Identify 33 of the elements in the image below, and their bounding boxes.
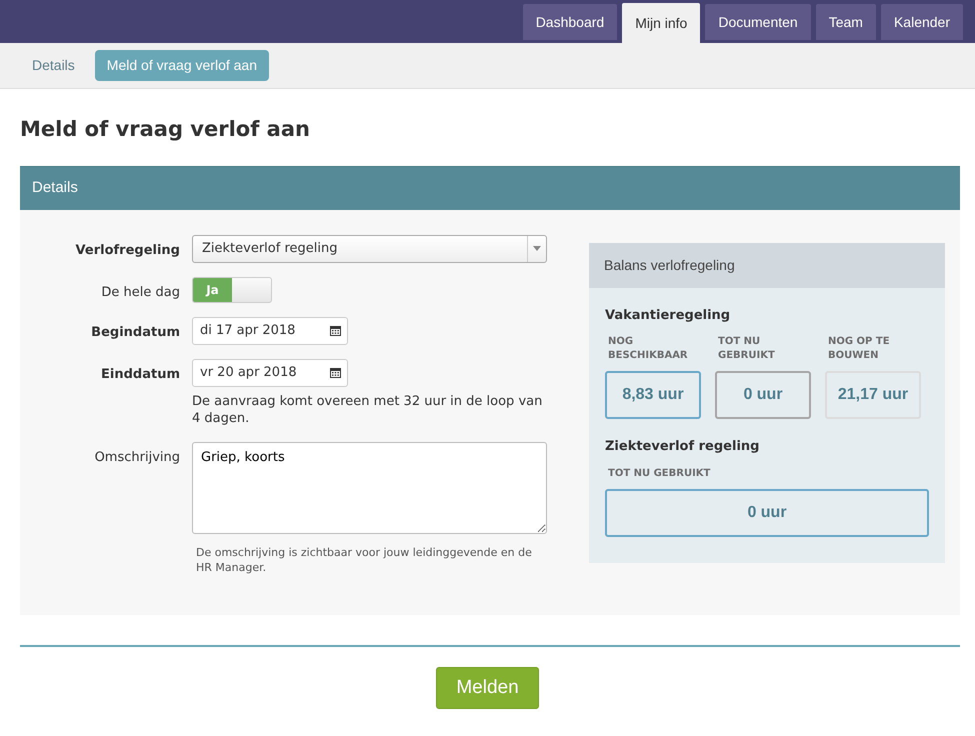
nav-tab[interactable]: Dashboard [522,4,618,40]
date-field[interactable]: vr 20 apr 2018 [192,358,348,387]
calendar-icon[interactable] [330,366,341,378]
nav-tab[interactable]: Documenten [705,4,811,40]
description-field[interactable]: Griep, koorts [192,442,547,534]
subnav-tab[interactable]: Details [20,50,87,81]
calendar-icon[interactable] [330,324,341,336]
stat-label: TOT NU GEBRUIKT [607,466,712,480]
nav-tab[interactable]: Mijn info [622,3,700,43]
field-label: Omschrijving [94,448,180,467]
stat-value: 21,17 uur [825,371,921,420]
balance-header: Balans verlofregeling [589,242,945,288]
help-text: De omschrijving is zichtbaar voor jouw leidinggevende en de HR Manager. [195,546,533,576]
nav-tab[interactable]: Team [816,4,876,40]
field-label: Begindatum [90,324,180,342]
help-text: De aanvraag komt overeen met 32 uur in de loop van 4 dagen. [192,392,544,428]
field-label: Verlofregeling [74,242,180,260]
nav-tab[interactable]: Kalender [880,4,963,40]
group-title: Ziekteverlof regeling [605,438,760,456]
field-label: Einddatum [100,366,180,384]
stat-label: NOG OP TE BOUWEN [827,335,891,363]
page-title: Meld of vraag verlof aan [20,117,311,142]
stat-label: TOT NU GEBRUIKT [717,335,776,363]
stat-value: 0 uur [605,489,929,538]
field-label: De hele dag [100,284,180,302]
date-field[interactable]: di 17 apr 2018 [192,316,348,345]
stat-value: 0 uur [715,371,811,420]
panel-header: Details [20,166,960,210]
stat-label: NOG BESCHIKBAAR [607,335,689,363]
caret-icon [533,246,541,252]
group-title: Vakantieregeling [605,306,732,325]
stat-value: 8,83 uur [605,371,701,420]
dropdown-field[interactable]: Ziekteverlof regeling [192,234,547,263]
